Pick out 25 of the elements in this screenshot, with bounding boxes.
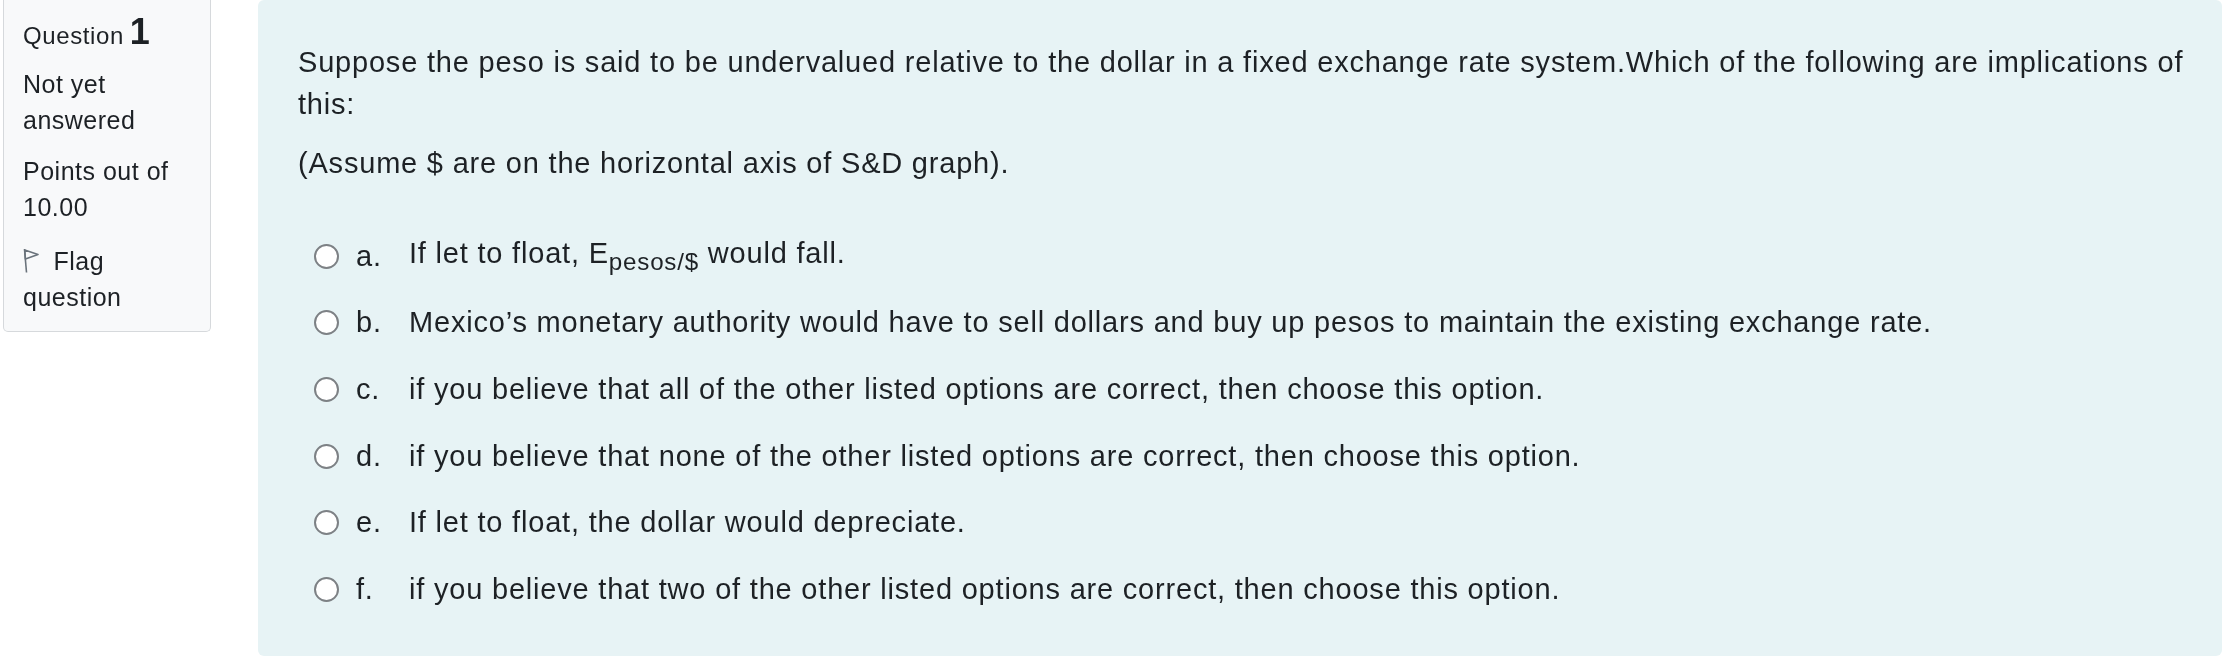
- option-text: Mexico’s monetary authority would have to sell dollars and buy up pesos to maintain the existing exchange rate.: [409, 306, 1932, 340]
- answer-status: Not yet answered: [23, 69, 137, 136]
- radio-button[interactable]: [314, 510, 339, 536]
- question-text: Suppose the peso is said to be undervalued relative to the dollar in a fixed exchange rate system.Which of the following are implications of this:: [298, 45, 2185, 122]
- option-text: if you believe that none of the other listed options are correct, then choose this option.: [409, 439, 1581, 473]
- option-letter: d.: [356, 439, 383, 473]
- radio-button[interactable]: [314, 243, 339, 269]
- radio-button[interactable]: [314, 310, 339, 336]
- option-letter: f.: [356, 572, 375, 606]
- option-text: If let to float, E$_{pesos/$}$ would fall.: [409, 236, 846, 276]
- option-text: If let to float, the dollar would depreciate.: [409, 506, 966, 540]
- option-letter: a.: [356, 239, 383, 273]
- option-text: if you believe that all of the other listed options are correct, then choose this option.: [409, 373, 1545, 406]
- points-text: Points out of 10.00: [23, 156, 170, 223]
- question-note: (Assume $ are on the horizontal axis of S&D graph).: [298, 146, 1011, 181]
- question-label: Question: [23, 21, 124, 51]
- question-number: 1: [129, 14, 151, 50]
- radio-button[interactable]: [314, 443, 339, 469]
- option-text: if you believe that two of the other listed options are correct, then choose this option.: [409, 572, 1561, 606]
- option-letter: c.: [356, 373, 382, 406]
- radio-button[interactable]: [314, 576, 339, 602]
- option-letter: b.: [356, 306, 383, 340]
- flag-question-link[interactable]: Flag question: [23, 243, 196, 315]
- radio-button[interactable]: [314, 377, 339, 402]
- option-letter: e.: [356, 506, 383, 540]
